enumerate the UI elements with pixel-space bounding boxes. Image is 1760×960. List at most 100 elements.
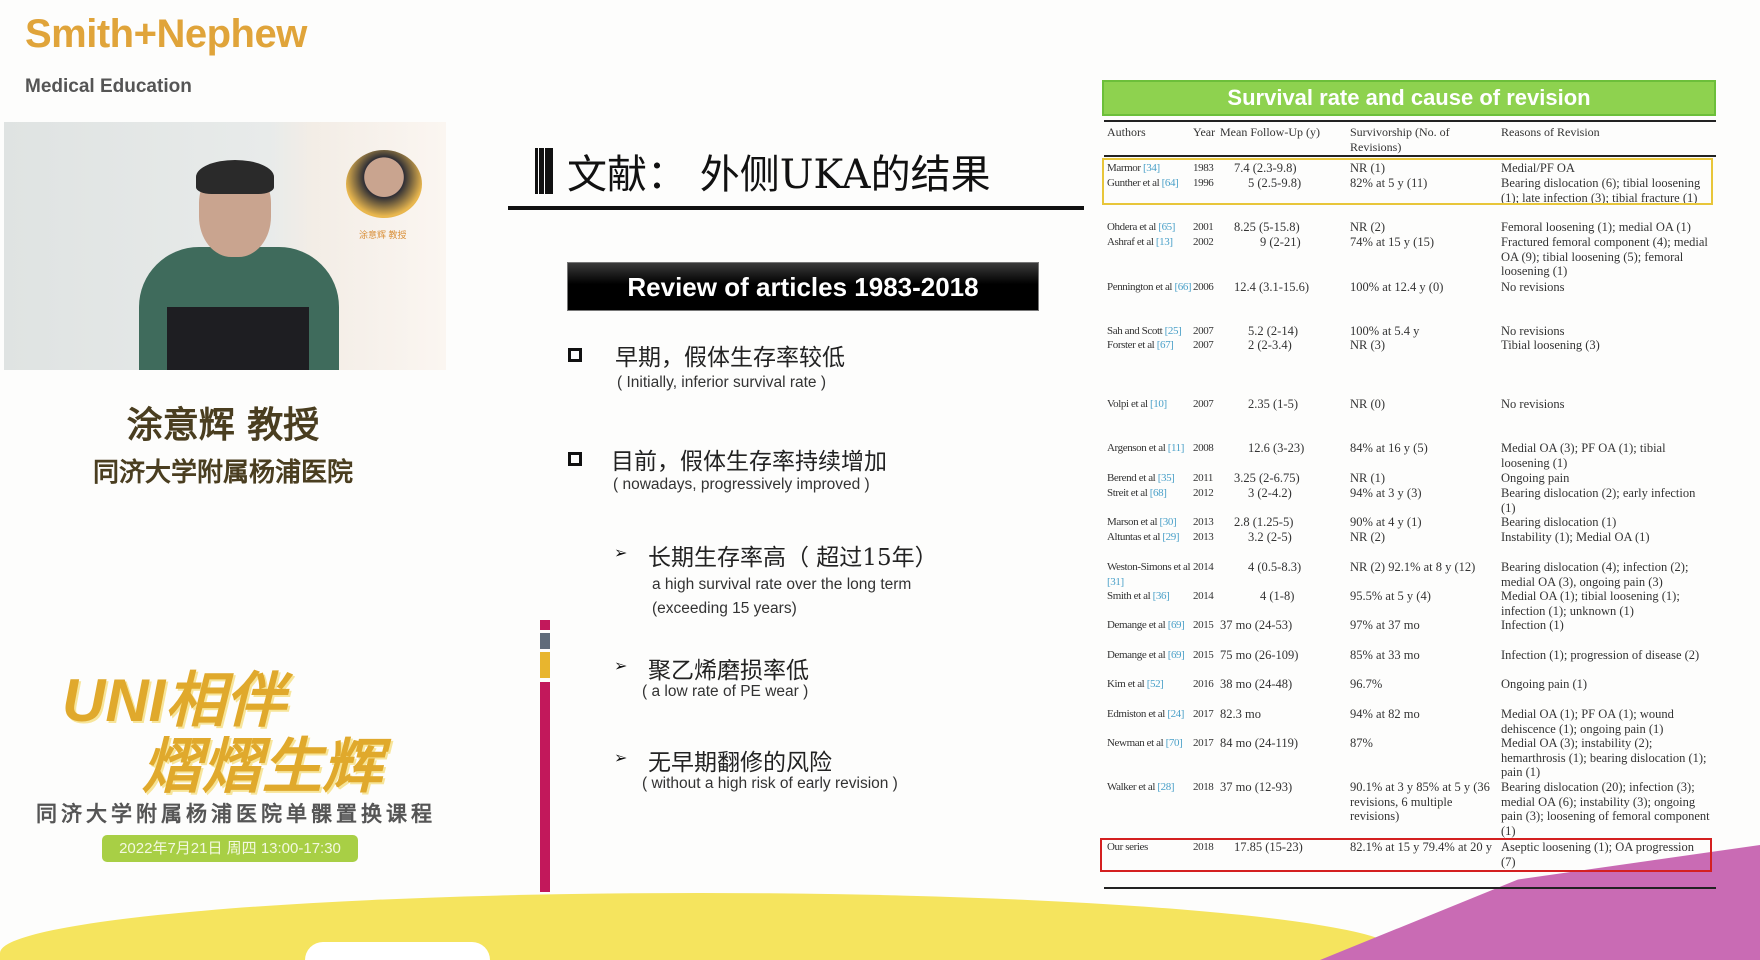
author-name: Sah and Scott [1107,325,1163,337]
table-cell-author: Berend et al [35] [1107,471,1192,486]
table-cell-author: Smith et al [36] [1107,589,1192,604]
bullet-zh: 早期，假体生存率较低 [615,345,845,371]
table-cell-author: Walker et al [28] [1107,780,1192,795]
author-name: Pennington et al [1107,281,1173,293]
table-cell-follow-up: 2 (2-3.4) [1248,338,1292,352]
reference-link[interactable]: [65] [1158,221,1175,233]
table-cell-survivorship: 74% at 15 y (15) [1350,235,1435,249]
reference-link[interactable]: [69] [1168,649,1185,661]
table-cell-follow-up: 37 mo (24-53) [1220,618,1293,632]
sub-bullet-en: (exceeding 15 years) [652,600,797,617]
reference-link[interactable]: [66] [1174,281,1191,293]
review-banner: Review of articles 1983-2018 [567,262,1039,311]
yellow-wave-decoration [0,893,1400,960]
author-name: Smith et al [1107,590,1151,602]
bullet-en: ( Initially, inferior survival rate ) [617,374,827,391]
table-cell-follow-up: 4 (0.5-8.3) [1248,560,1302,574]
reference-link[interactable]: [30] [1160,516,1177,528]
author-name: Newman et al [1107,737,1164,749]
table-header-rule [1104,155,1716,157]
table-cell-survivorship: NR (1) [1350,471,1386,485]
color-accent-bar [540,620,550,892]
reference-link[interactable]: [36] [1153,590,1170,602]
table-cell-reasons: Ongoing pain (1) [1501,677,1588,691]
sub-bullet-zh: 无早期翻修的风险 [648,750,832,776]
table-cell-follow-up: 2.35 (1-5) [1248,397,1298,411]
author-name: Streit et al [1107,487,1148,499]
table-cell-follow-up: 12.6 (3-23) [1248,441,1305,455]
reference-link[interactable]: [25] [1165,325,1182,337]
reference-link[interactable]: [68] [1150,487,1167,499]
reference-link[interactable]: [70] [1166,737,1183,749]
table-cell-follow-up: 38 mo (24-48) [1220,677,1293,691]
table-cell-author: Weston-Simons et al [31] [1107,560,1192,589]
title-divider [508,206,1084,210]
speaker-hospital: 同济大学附属杨浦医院 [92,458,353,488]
table-cell-follow-up: 2.8 (1.25-5) [1234,515,1294,529]
reference-link[interactable]: [52] [1147,678,1164,690]
table-cell-reasons: Ongoing pain [1501,471,1570,485]
table-cell-follow-up: 9 (2-21) [1260,235,1301,249]
slide-title-text: 文献： 外侧UKA的结果 [567,152,991,198]
table-cell-follow-up: 8.25 (5-15.8) [1234,220,1300,234]
table-cell-year: 2008 [1193,442,1214,454]
event-date-badge: 2022年7月21日 周四 13:00-17:30 [102,835,358,862]
table-cell-survivorship: 90.1% at 3 y 85% at 5 y (36 revisions, 6… [1350,780,1490,824]
table-cell-follow-up: 3 (2-4.2) [1248,486,1292,500]
reference-link[interactable]: [31] [1107,576,1124,588]
table-cell-survivorship: 96.7% [1350,677,1383,691]
table-cell-follow-up: 3.25 (2-6.75) [1234,471,1300,485]
checkbox-bullet-icon [568,452,582,466]
speaker-name: 涂意辉 教授 [126,404,320,446]
table-cell-year: 2001 [1193,221,1214,233]
table-cell-author: Ohdera et al [65] [1107,220,1192,235]
author-name: Ohdera et al [1107,221,1156,233]
slide-title: 文献： 外侧UKA的结果 [535,142,991,200]
table-cell-follow-up: 3.2 (2-5) [1248,530,1292,544]
title-bars-icon [535,148,553,194]
table-cell-reasons: No revisions [1501,280,1565,294]
sub-bullet-en: ( without a high risk of early revision … [642,775,898,792]
checkbox-bullet-icon [568,348,582,362]
table-cell-author: Newman et al [70] [1107,736,1192,751]
table-cell-year: 2002 [1193,236,1214,248]
reference-link[interactable]: [24] [1167,708,1184,720]
table-cell-survivorship: 100% at 12.4 y (0) [1350,280,1444,294]
table-cell-year: 2007 [1193,398,1214,410]
table-cell-year: 2017 [1193,708,1214,720]
table-cell-year: 2014 [1193,590,1214,602]
table-cell-survivorship: 94% at 82 mo [1350,707,1420,721]
reference-link[interactable]: [35] [1158,472,1175,484]
bar-segment [540,652,550,678]
table-cell-reasons: No revisions [1501,397,1565,411]
reference-link[interactable]: [13] [1156,236,1173,248]
table-cell-reasons: Bearing dislocation (2); early infection… [1501,486,1696,515]
table-cell-survivorship: NR (3) [1350,338,1386,352]
table-cell-year: 2016 [1193,678,1214,690]
sub-bullet-zh: 长期生存率高（ 超过15年） [648,545,938,571]
white-shape-decoration [305,942,490,960]
author-name: Demange et al [1107,649,1166,661]
speaker-hair [196,160,274,194]
author-name: Kim et al [1107,678,1145,690]
bar-segment [540,633,550,649]
reference-link[interactable]: [11] [1168,442,1185,454]
table-cell-reasons: Tibial loosening (3) [1501,338,1600,352]
reference-link[interactable]: [67] [1157,339,1174,351]
table-cell-reasons: Fractured femoral component (4); medial … [1501,235,1708,279]
table-cell-follow-up: 84 mo (24-119) [1220,736,1298,750]
table-cell-author: Argenson et al [11] [1107,441,1192,456]
reference-link[interactable]: [10] [1150,398,1167,410]
reference-link[interactable]: [28] [1157,781,1174,793]
table-cell-survivorship: NR (2) 92.1% at 8 y (12) [1350,560,1476,574]
author-name: Berend et al [1107,472,1156,484]
reference-link[interactable]: [69] [1168,619,1185,631]
poster-caption: 涂意辉 教授 [359,230,407,240]
table-cell-survivorship: 87% [1350,736,1373,750]
column-header: Mean Follow-Up (y) [1220,125,1320,139]
reference-link[interactable]: [29] [1162,531,1179,543]
smith-nephew-logo: Smith+Nephew [25,12,307,56]
table-cell-reasons: Bearing dislocation (20); infection (3);… [1501,780,1710,839]
table-cell-reasons: Femoral loosening (1); medial OA (1) [1501,220,1691,234]
table-bottom-rule [1104,887,1716,889]
